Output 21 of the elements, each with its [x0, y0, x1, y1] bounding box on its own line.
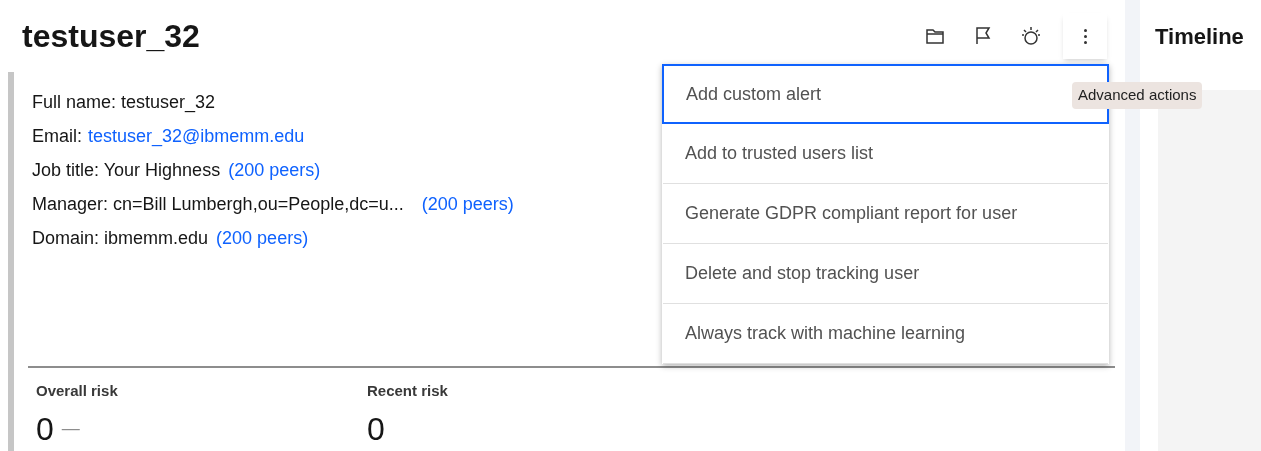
risk-label: Overall risk [36, 381, 119, 401]
user-title: testuser_32 [22, 17, 201, 56]
email-link[interactable]: testuser_32@ibmemm.edu [88, 124, 305, 149]
menu-item[interactable]: Generate GDPR compliant report for user [663, 184, 1108, 244]
detail-text: Domain: ibmemm.edu [32, 227, 209, 250]
timeline-title: Timeline [1155, 22, 1244, 51]
risk-value: 0 [36, 410, 54, 447]
menu-item[interactable]: Delete and stop tracking user [663, 244, 1108, 304]
risk-label: Recent risk [367, 381, 449, 401]
peers-link[interactable]: (200 peers) [228, 158, 321, 183]
tooltip: Advanced actions [1072, 82, 1203, 109]
detail-text: Full name: testuser_32 [32, 91, 216, 115]
detail-text: Email: [32, 125, 82, 148]
peers-link[interactable]: (200 peers) [216, 226, 309, 251]
detail-text: Manager: cn=Bill Lumbergh,ou=People,dc=u... [32, 193, 404, 216]
trend-indicator: — [61, 417, 80, 440]
menu-item[interactable]: Add to trusted users list [663, 124, 1108, 184]
menu-item[interactable]: Always track with machine learning [663, 304, 1108, 364]
peers-link[interactable]: (200 peers) [421, 192, 514, 217]
risk-value: 0 [367, 410, 385, 447]
detail-text: Job title: Your Highness [32, 159, 221, 182]
